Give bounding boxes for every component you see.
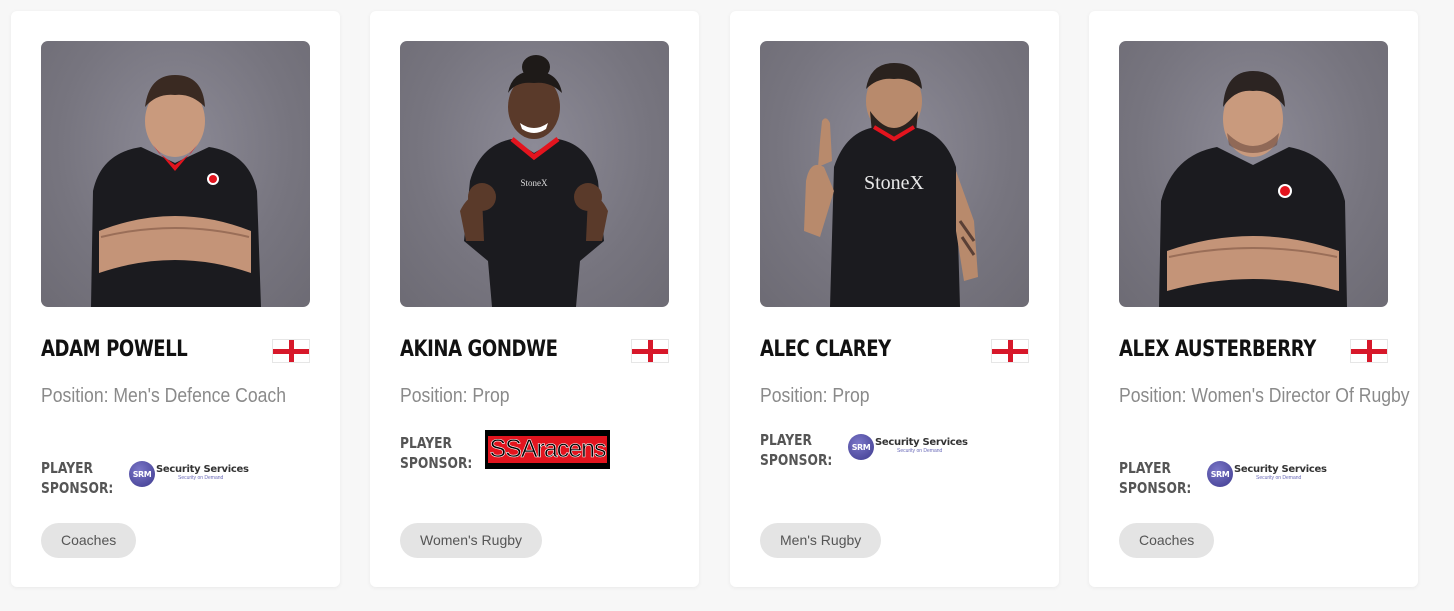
srm-security-logo[interactable]: SRM Security Services Security on Demand (1207, 460, 1327, 488)
sponsor-name: Security Services (156, 464, 249, 475)
srm-mark: SRM (848, 434, 874, 460)
player-photo[interactable]: StoneX (760, 41, 1029, 307)
player-card[interactable]: Alex Austerberry Position: Women's Direc… (1089, 11, 1418, 587)
player-position: Position: Men's Defence Coach (41, 385, 287, 407)
sponsor-label: Player Sponsor: (41, 458, 113, 498)
sponsor-label-line2: Sponsor: (760, 451, 833, 469)
sponsor-label-line1: Player (760, 431, 812, 449)
svg-text:StoneX: StoneX (521, 178, 549, 188)
svg-text:StoneX: StoneX (864, 172, 925, 194)
sponsor-tagline: Security on Demand (178, 475, 224, 481)
sponsor-label-line2: Sponsor: (1119, 479, 1192, 497)
england-flag-icon (272, 339, 310, 363)
england-flag-icon (991, 339, 1029, 363)
sponsor-name: Security Services (1234, 464, 1327, 475)
player-grid: Adam Powell Position: Men's Defence Coac… (0, 0, 1454, 611)
player-name[interactable]: Alec Clarey (760, 337, 891, 362)
player-position: Position: Prop (400, 385, 510, 407)
player-name[interactable]: Akina Gondwe (400, 337, 558, 362)
player-photo-image: StoneX (804, 63, 978, 307)
player-photo-image (91, 75, 261, 307)
england-flag-icon (1350, 339, 1388, 363)
sponsor-label-line2: Sponsor: (400, 454, 473, 472)
player-photo[interactable] (1119, 41, 1388, 307)
player-photo-image (1159, 71, 1347, 307)
player-position: Position: Women's Director Of Rugby (1119, 385, 1410, 407)
sponsor-name: Security Services (875, 437, 968, 448)
category-tag[interactable]: Coaches (41, 523, 137, 558)
ssaracens-logo[interactable]: SSAracens (485, 430, 610, 469)
sponsor-tagline: Security on Demand (897, 448, 943, 454)
category-tag[interactable]: Coaches (1119, 523, 1215, 558)
sponsor-tagline: Security on Demand (1256, 475, 1302, 481)
player-name[interactable]: Alex Austerberry (1119, 337, 1316, 362)
player-photo-image: StoneX (460, 55, 608, 307)
srm-mark: SRM (1207, 461, 1233, 487)
srm-security-logo[interactable]: SRM Security Services Security on Demand (129, 460, 249, 488)
sponsor-label-line1: Player (41, 459, 93, 477)
srm-security-logo[interactable]: SRM Security Services Security on Demand (848, 433, 968, 461)
england-flag-icon (631, 339, 669, 363)
player-card[interactable]: Adam Powell Position: Men's Defence Coac… (11, 11, 340, 587)
player-name[interactable]: Adam Powell (41, 337, 188, 362)
category-tag[interactable]: Women's Rugby (400, 523, 543, 558)
player-photo[interactable] (41, 41, 310, 307)
sponsor-label-line2: Sponsor: (41, 479, 114, 497)
sponsor-label-line1: Player (400, 434, 452, 452)
sponsor-name: SSAracens (489, 435, 607, 463)
sponsor-label: Player Sponsor: (1119, 458, 1191, 498)
player-photo[interactable]: StoneX (400, 41, 669, 307)
srm-mark: SRM (129, 461, 155, 487)
player-card[interactable]: StoneX Alec Clarey Position: Prop Player… (730, 11, 1059, 587)
sponsor-label: Player Sponsor: (760, 430, 832, 470)
sponsor-label: Player Sponsor: (400, 433, 472, 473)
player-position: Position: Prop (760, 385, 870, 407)
sponsor-label-line1: Player (1119, 459, 1171, 477)
player-card[interactable]: StoneX Akina Gondwe Position: Prop Playe… (370, 11, 699, 587)
category-tag[interactable]: Men's Rugby (760, 523, 882, 558)
